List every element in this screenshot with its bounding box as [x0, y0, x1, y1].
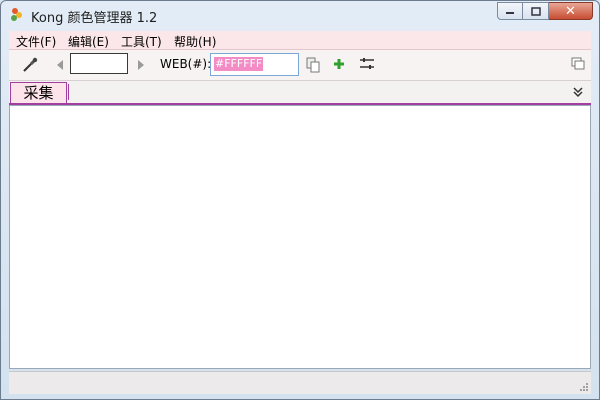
maximize-icon	[530, 6, 541, 16]
web-label: WEB(#):	[160, 57, 212, 71]
menu-edit[interactable]: 编辑(E)	[68, 33, 109, 50]
minimize-icon	[506, 12, 514, 14]
toolbar: WEB(#): #FFFFFF	[9, 50, 591, 81]
menu-tools[interactable]: 工具(T)	[121, 33, 162, 50]
minimize-button[interactable]	[497, 2, 523, 20]
tab-strip: 采集	[9, 81, 591, 105]
close-icon: ✕	[565, 3, 576, 19]
expand-icon[interactable]	[573, 86, 583, 98]
window-icon[interactable]	[571, 57, 585, 71]
app-window: Kong 颜色管理器 1.2 ✕ 文件(F) 编辑(E) 工具(T) 帮助(H)	[0, 0, 600, 400]
add-icon[interactable]	[333, 58, 345, 70]
app-icon	[11, 8, 22, 21]
adjust-icon[interactable]	[359, 57, 375, 71]
menu-file[interactable]: 文件(F)	[16, 33, 56, 50]
web-color-input[interactable]: #FFFFFF	[210, 53, 299, 76]
title-bar[interactable]: Kong 颜色管理器 1.2 ✕	[1, 1, 599, 29]
menu-help[interactable]: 帮助(H)	[174, 33, 216, 50]
collect-panel[interactable]	[9, 105, 591, 369]
tab-divider	[68, 84, 69, 100]
window-controls: ✕	[497, 2, 593, 20]
maximize-button[interactable]	[523, 2, 549, 20]
menu-bar: 文件(F) 编辑(E) 工具(T) 帮助(H)	[9, 31, 591, 50]
close-button[interactable]: ✕	[549, 2, 593, 20]
color-swatch[interactable]	[70, 53, 128, 74]
arrow-right-icon[interactable]	[137, 59, 145, 71]
copy-icon[interactable]	[306, 57, 320, 73]
tab-collect[interactable]: 采集	[10, 82, 67, 103]
window-title: Kong 颜色管理器 1.2	[31, 11, 158, 26]
status-bar	[9, 371, 591, 394]
arrow-left-icon[interactable]	[56, 59, 64, 71]
resize-grip-icon[interactable]	[579, 382, 589, 392]
web-color-value: #FFFFFF	[214, 57, 264, 71]
eyedropper-icon[interactable]	[21, 56, 39, 74]
